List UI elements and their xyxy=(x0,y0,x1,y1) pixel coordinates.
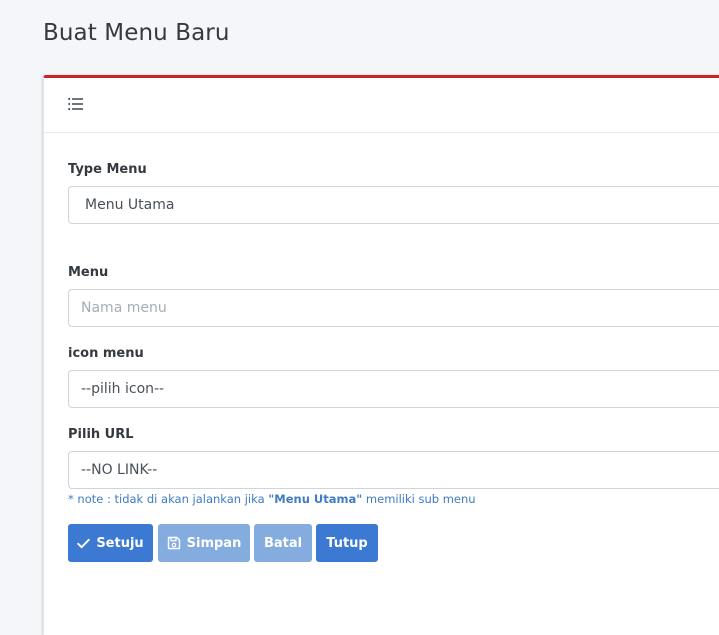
type-menu-label: Type Menu xyxy=(68,162,147,177)
note-prefix: * note : tidak di akan jalankan jika xyxy=(68,492,269,506)
page-title: Buat Menu Baru xyxy=(43,20,230,46)
url-select[interactable]: --NO LINK-- xyxy=(68,451,719,489)
icon-menu-select[interactable]: --pilih icon-- xyxy=(68,370,719,408)
tutup-label: Tutup xyxy=(326,535,368,551)
type-menu-select[interactable]: Menu Utama xyxy=(68,186,719,224)
form-card: Type Menu Menu Utama Menu Nama menu icon… xyxy=(43,75,719,635)
save-icon xyxy=(167,536,180,550)
batal-label: Batal xyxy=(263,535,303,551)
form-note: * note : tidak di akan jalankan jika "Me… xyxy=(68,492,476,506)
simpan-button[interactable]: Simpan xyxy=(158,524,250,562)
menu-label: Menu xyxy=(68,265,109,280)
icon-menu-label: icon menu xyxy=(68,346,144,361)
list-icon xyxy=(68,98,83,110)
card-header xyxy=(44,78,719,133)
menu-name-input[interactable]: Nama menu xyxy=(68,289,719,327)
note-highlight: Menu Utama xyxy=(274,492,357,506)
simpan-label: Simpan xyxy=(186,535,242,551)
check-icon xyxy=(77,538,91,548)
batal-button[interactable]: Batal xyxy=(254,524,312,562)
note-suffix: memiliki sub menu xyxy=(362,492,476,506)
pilih-url-label: Pilih URL xyxy=(68,427,134,442)
setuju-button[interactable]: Setuju xyxy=(68,524,153,562)
setuju-label: Setuju xyxy=(96,535,144,551)
tutup-button[interactable]: Tutup xyxy=(316,524,378,562)
